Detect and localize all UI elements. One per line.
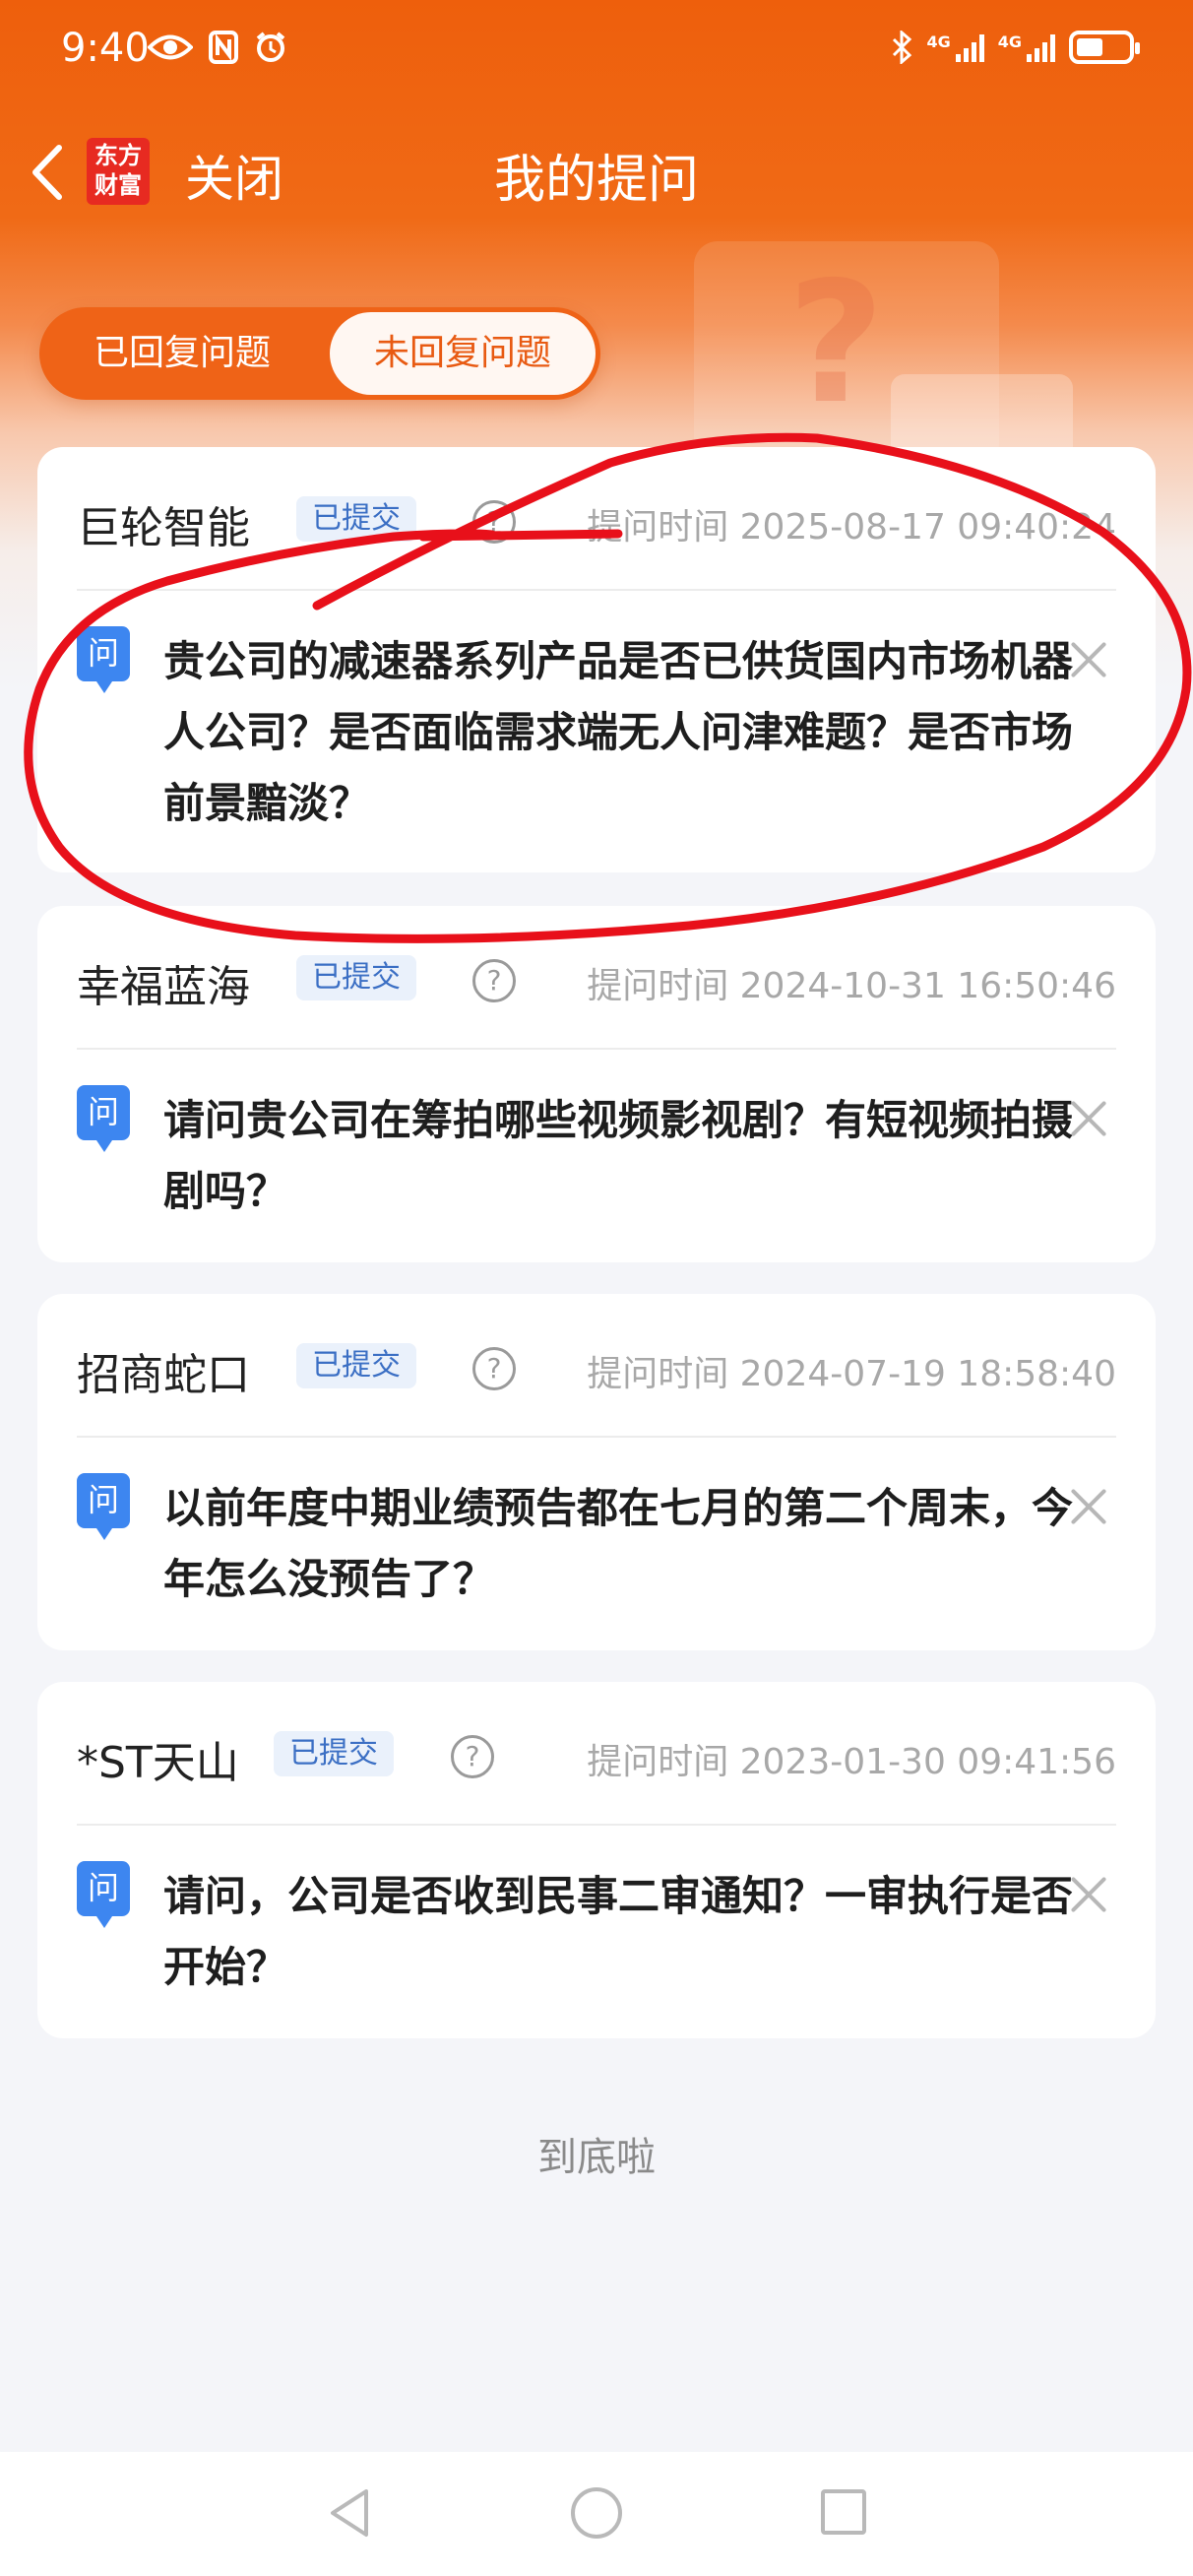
tab-unreplied[interactable]: 未回复问题	[330, 312, 596, 395]
help-icon[interactable]: ?	[472, 1347, 516, 1390]
page-title: 我的提问	[493, 151, 699, 210]
company-name: *ST天山	[77, 1738, 239, 1788]
question-card[interactable]: 幸福蓝海 已提交 ? 提问时间 2024-10-31 16:50:46 问 请问…	[37, 906, 1156, 1262]
question-icon: 问	[77, 1085, 130, 1152]
tab-switcher: 已回复问题 未回复问题	[39, 307, 600, 400]
question-text: 请问贵公司在筹拍哪些视频影视剧？有短视频拍摄剧吗？	[163, 1096, 1074, 1215]
question-time: 提问时间 2023-01-30 09:41:56	[587, 1742, 1116, 1782]
tab-replied[interactable]: 已回复问题	[39, 307, 325, 400]
close-icon[interactable]	[1069, 1875, 1108, 1914]
nav-home-icon[interactable]	[571, 2487, 622, 2539]
card-header: *ST天山 已提交 ? 提问时间 2023-01-30 09:41:56	[77, 1682, 1116, 1826]
status-icons-right: 4G 4G	[891, 26, 1140, 69]
status-time: 9:40	[61, 26, 150, 71]
question-time: 提问时间 2024-10-31 16:50:46	[587, 966, 1116, 1006]
signal-4g-icon: 4G	[998, 32, 1055, 62]
question-text: 请问，公司是否收到民事二审通知？一审执行是否开始？	[163, 1872, 1074, 1991]
system-nav-bar	[0, 2452, 1193, 2576]
close-icon[interactable]	[1069, 1487, 1108, 1526]
logo-line-2: 财富	[94, 171, 142, 199]
bluetooth-icon	[893, 31, 912, 64]
nav-recents-icon[interactable]	[821, 2489, 866, 2535]
status-badge: 已提交	[274, 1731, 394, 1776]
question-text: 贵公司的减速器系列产品是否已供货国内市场机器人公司？是否面临需求端无人问津难题？…	[163, 637, 1074, 827]
network-label: 4G	[997, 32, 1022, 51]
signal-4g-icon: 4G	[926, 32, 984, 62]
status-icons-left	[148, 26, 287, 69]
app-logo: 东方 财富	[87, 138, 150, 205]
alarm-icon	[256, 32, 285, 62]
help-icon[interactable]: ?	[451, 1735, 494, 1778]
question-card[interactable]: *ST天山 已提交 ? 提问时间 2023-01-30 09:41:56 问 请…	[37, 1682, 1156, 2038]
status-badge: 已提交	[296, 1343, 416, 1388]
question-time: 提问时间 2024-07-19 18:58:40	[587, 1354, 1116, 1394]
question-icon: 问	[77, 1861, 130, 1928]
close-button[interactable]: 关闭	[185, 140, 283, 211]
close-icon[interactable]	[1069, 1099, 1108, 1138]
eye-icon	[148, 34, 193, 60]
question-icon: 问	[77, 626, 130, 693]
back-button[interactable]	[24, 138, 73, 207]
help-icon[interactable]: ?	[472, 959, 516, 1002]
company-name: 幸福蓝海	[77, 962, 250, 1012]
end-of-list-text: 到底啦	[537, 2135, 656, 2180]
logo-line-1: 东方	[94, 142, 142, 169]
question-card[interactable]: 招商蛇口 已提交 ? 提问时间 2024-07-19 18:58:40 问 以前…	[37, 1294, 1156, 1650]
question-card[interactable]: 巨轮智能 已提交 ? 提问时间 2025-08-17 09:40:24 问 贵公…	[37, 447, 1156, 872]
status-bar: 9:40 4G 4G	[0, 0, 1193, 98]
card-header: 巨轮智能 已提交 ? 提问时间 2025-08-17 09:40:24	[77, 447, 1116, 591]
close-icon[interactable]	[1069, 640, 1108, 679]
app-header: 我的提问 东方 财富 关闭	[0, 108, 1193, 236]
page: 9:40 4G 4G 我的提问 东方 财富 关闭 ? 已回复问题 未回复问题 巨…	[0, 0, 1193, 2576]
nav-back-icon[interactable]	[325, 2485, 374, 2541]
question-time: 提问时间 2025-08-17 09:40:24	[587, 507, 1116, 547]
chevron-left-icon	[32, 145, 62, 200]
company-name: 招商蛇口	[77, 1350, 250, 1400]
question-mark-illustration: ?	[787, 246, 885, 441]
status-badge: 已提交	[296, 955, 416, 1000]
card-header: 招商蛇口 已提交 ? 提问时间 2024-07-19 18:58:40	[77, 1294, 1116, 1438]
question-text: 以前年度中期业绩预告都在七月的第二个周末，今年怎么没预告了？	[163, 1484, 1074, 1603]
status-badge: 已提交	[296, 496, 416, 542]
company-name: 巨轮智能	[77, 503, 250, 553]
nfc-icon	[209, 31, 238, 64]
help-icon[interactable]: ?	[472, 500, 516, 544]
battery-icon	[1069, 31, 1140, 64]
network-label: 4G	[926, 32, 951, 51]
question-icon: 问	[77, 1473, 130, 1540]
card-header: 幸福蓝海 已提交 ? 提问时间 2024-10-31 16:50:46	[77, 906, 1116, 1050]
